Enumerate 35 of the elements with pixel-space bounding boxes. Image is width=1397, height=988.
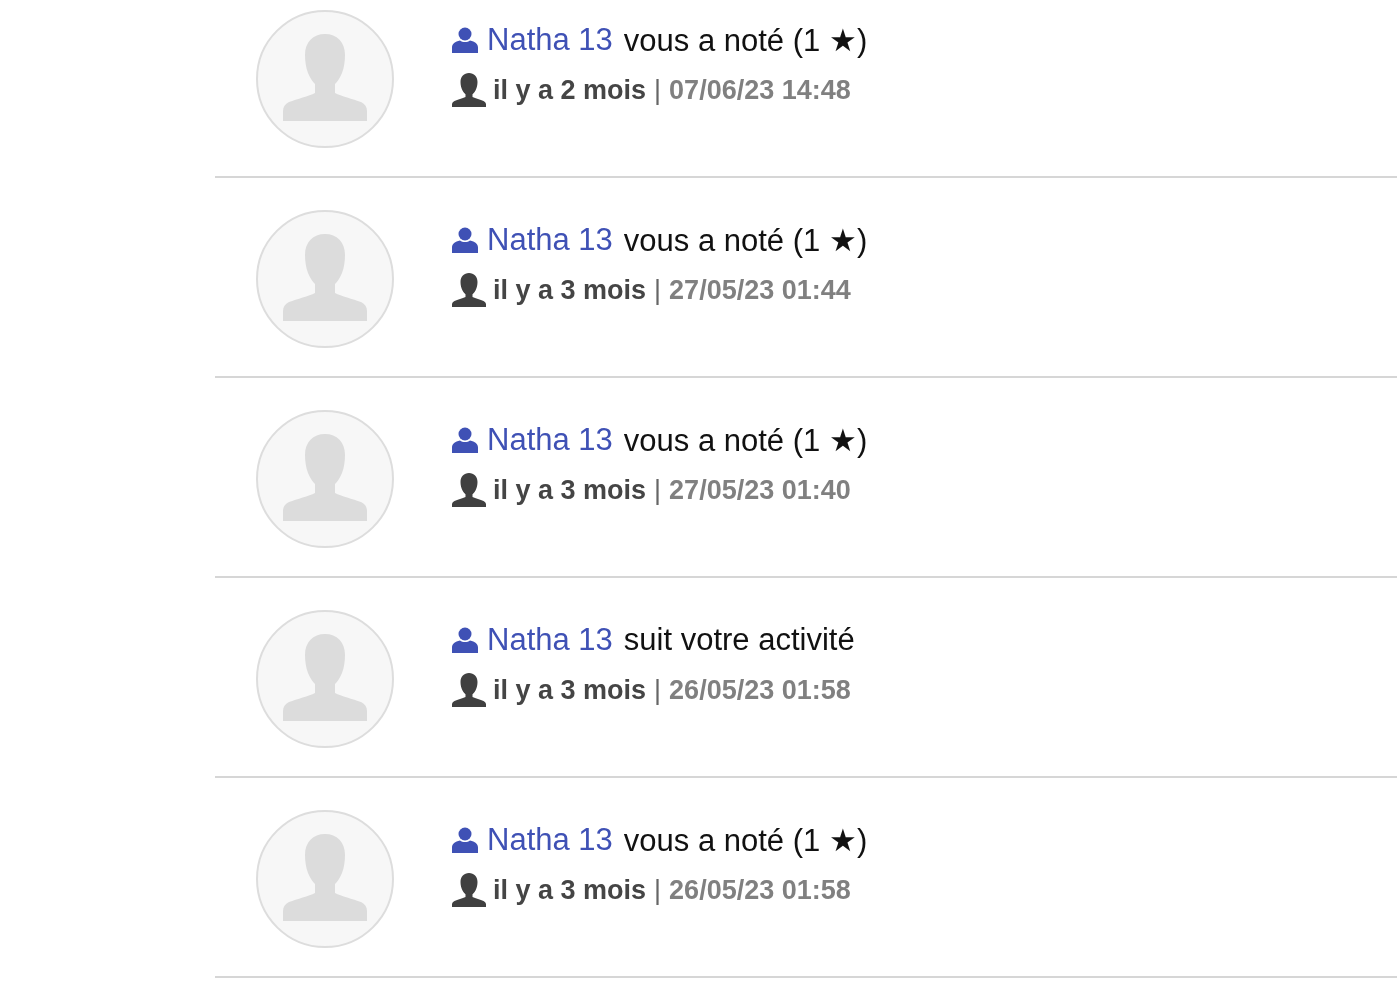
timestamp: 27/05/23 01:40 [669,474,851,506]
relative-time: il y a 3 mois [493,474,647,506]
user-link[interactable]: Natha 13 [487,622,613,658]
timestamp: 27/05/23 01:44 [669,274,851,306]
timestamp: 07/06/23 14:48 [669,74,851,106]
person-icon [452,827,478,853]
person-icon [452,27,478,53]
relative-time: il y a 2 mois [493,74,647,106]
separator-text: | [654,674,662,706]
notification-text: vous a noté (1 ★) [623,21,868,59]
separator-text: | [654,474,662,506]
notification-text: vous a noté (1 ★) [623,821,868,859]
timestamp: 26/05/23 01:58 [669,674,851,706]
separator-text: | [654,274,662,306]
person-icon [452,227,478,253]
person-icon [452,627,478,653]
person-icon [452,473,486,507]
person-icon [452,427,478,453]
notification-text: vous a noté (1 ★) [623,421,868,459]
relative-time: il y a 3 mois [493,274,647,306]
user-link[interactable]: Natha 13 [487,822,613,858]
separator-text: | [654,874,662,906]
notification-text: suit votre activité [623,622,855,658]
timestamp: 26/05/23 01:58 [669,874,851,906]
person-icon [452,73,486,107]
notification-text: vous a noté (1 ★) [623,221,868,259]
relative-time: il y a 3 mois [493,674,647,706]
user-link[interactable]: Natha 13 [487,222,613,258]
person-icon [452,273,486,307]
relative-time: il y a 3 mois [493,874,647,906]
person-icon [452,673,486,707]
user-link[interactable]: Natha 13 [487,22,613,58]
user-link[interactable]: Natha 13 [487,422,613,458]
separator-text: | [654,74,662,106]
person-icon [452,873,486,907]
